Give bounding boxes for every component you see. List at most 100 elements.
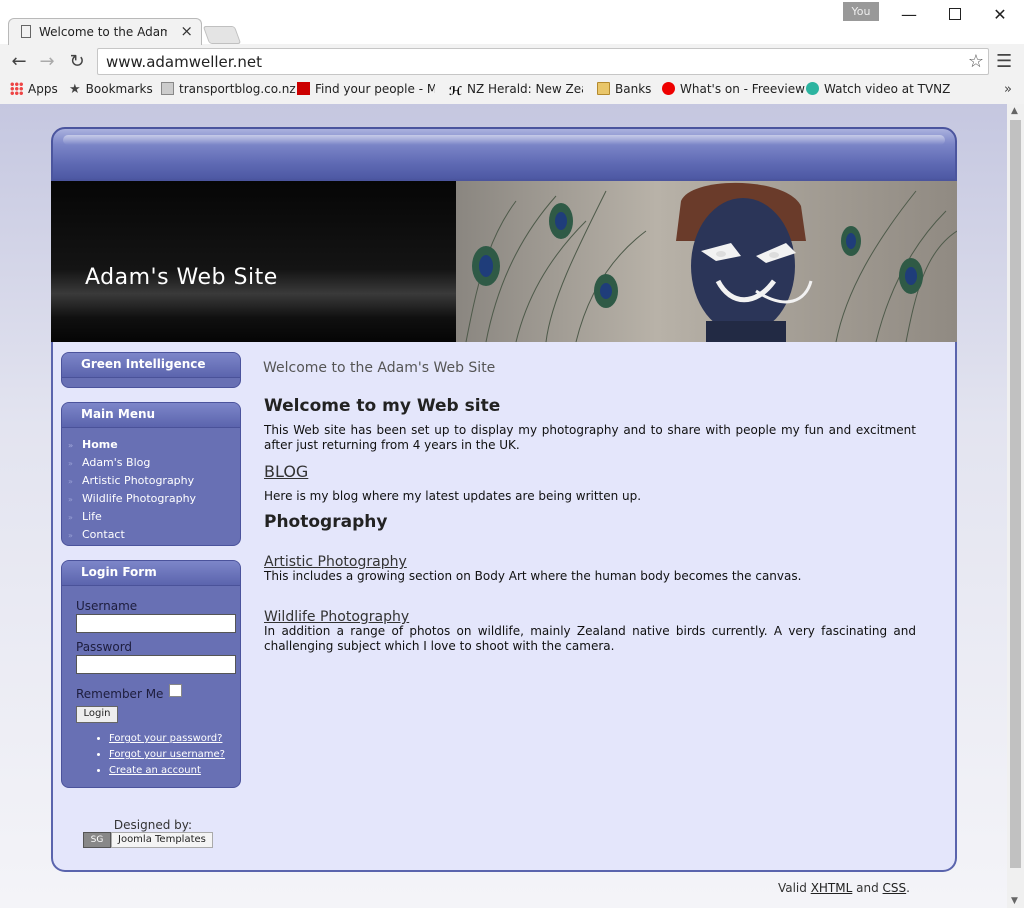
- footer-text: and: [856, 881, 879, 895]
- login-form: Username Password Remember Me Login Forg…: [62, 586, 240, 779]
- bookmark-label: Bookmarks: [85, 82, 153, 96]
- scrollbar-thumb[interactable]: [1010, 120, 1021, 868]
- login-form-module: Login Form Username Password Remember Me…: [61, 560, 241, 788]
- double-chevron-icon: »: [68, 441, 74, 450]
- banner-photo: [456, 181, 957, 342]
- close-window-button[interactable]: ✕: [985, 4, 1015, 26]
- bookmark-transportblog[interactable]: transportblog.co.nz: [161, 82, 296, 96]
- menu-item-blog[interactable]: » Adam's Blog: [68, 454, 240, 472]
- menu-item-life[interactable]: » Life: [68, 508, 240, 526]
- tab-title: Welcome to the Adam's W: [39, 25, 167, 39]
- designer-badge-text: Joomla Templates: [111, 832, 213, 848]
- address-bar[interactable]: www.adamweller.net ☆: [97, 48, 989, 75]
- login-links: Forgot your password? Forgot your userna…: [76, 731, 240, 779]
- login-button[interactable]: Login: [76, 706, 118, 723]
- site-title: Adam's Web Site: [85, 265, 278, 290]
- maximize-button[interactable]: [940, 4, 970, 26]
- bookmarks-bar: Apps ★ Bookmarks transportblog.co.nz Find…: [0, 80, 1024, 102]
- intro-paragraph: This Web site has been set up to display…: [264, 423, 916, 452]
- main-menu-module: Main Menu » Home » Adam's Blog » Artistic P…: [61, 402, 241, 546]
- photography-heading: Photography: [264, 512, 388, 532]
- more-bookmarks-chevron-icon[interactable]: »: [1004, 82, 1012, 97]
- double-chevron-icon: »: [68, 477, 73, 486]
- reload-icon[interactable]: ↻: [64, 49, 90, 75]
- menu-item-home[interactable]: » Home: [68, 436, 240, 454]
- forgot-username-link[interactable]: Forgot your username?: [109, 749, 225, 760]
- menu-item-label: Artistic Photography: [82, 474, 195, 487]
- freeview-favicon: [662, 82, 675, 95]
- body-art-photo: [465, 182, 957, 342]
- menu-item-contact[interactable]: » Contact: [68, 526, 240, 544]
- page-heading: Welcome to the Adam's Web Site: [263, 360, 496, 376]
- site-banner: Adam's Web Site: [51, 181, 957, 342]
- stuff-favicon: [297, 82, 310, 95]
- designer-badge[interactable]: SG Joomla Templates: [83, 832, 213, 848]
- wildlife-paragraph: In addition a range of photos on wildlif…: [264, 624, 916, 653]
- scroll-up-arrow-icon[interactable]: ▲: [1011, 106, 1018, 116]
- url-text: www.adamweller.net: [106, 53, 262, 71]
- footer-text: .: [906, 881, 910, 895]
- browser-menu-icon[interactable]: ☰: [996, 51, 1014, 73]
- password-label: Password: [76, 640, 133, 654]
- menu-item-artistic-photography[interactable]: » Artistic Photography: [68, 472, 240, 490]
- artistic-paragraph: This includes a growing section on Body …: [264, 569, 802, 583]
- site-top-bar: [51, 127, 957, 181]
- bookmark-star-icon[interactable]: ☆: [968, 51, 984, 72]
- xhtml-link[interactable]: XHTML: [811, 881, 853, 895]
- remember-me-label: Remember Me: [76, 687, 164, 701]
- forward-arrow-icon[interactable]: →: [34, 49, 60, 75]
- password-input[interactable]: [76, 655, 236, 674]
- banner-dark-panel: [51, 181, 456, 342]
- content-area: Green Intelligence Main Menu » Home » Adam…: [51, 342, 957, 872]
- login-link-item: Create an account: [109, 763, 240, 779]
- bookmark-freeview[interactable]: What's on - Freeview: [662, 82, 805, 96]
- footer-text: Valid: [777, 881, 807, 895]
- double-chevron-icon: »: [68, 495, 73, 504]
- folder-icon: [597, 82, 610, 95]
- designer-logo-icon: SG: [83, 832, 111, 848]
- wildlife-photography-link[interactable]: Wildlife Photography: [264, 609, 409, 625]
- page-viewport: Adam's Web Site Green Intelligence Main …: [0, 104, 1007, 908]
- page-icon: [21, 25, 31, 38]
- double-chevron-icon: »: [68, 531, 73, 540]
- main-menu-list: » Home » Adam's Blog » Artistic Photography…: [62, 436, 240, 544]
- create-account-link[interactable]: Create an account: [109, 765, 201, 776]
- article-heading: Welcome to my Web site: [264, 396, 501, 416]
- username-input[interactable]: [76, 614, 236, 633]
- artistic-photography-link[interactable]: Artistic Photography: [264, 554, 407, 570]
- remember-me-checkbox[interactable]: [169, 684, 183, 697]
- bookmark-label: Apps: [28, 82, 58, 96]
- menu-item-label: Wildlife Photography: [82, 492, 197, 505]
- user-profile-badge[interactable]: You: [843, 2, 879, 21]
- bookmark-stuff[interactable]: Find your people - Me: [297, 82, 435, 96]
- bookmark-banks[interactable]: Banks: [597, 82, 651, 96]
- bookmark-tvnz[interactable]: Watch video at TVNZ: [806, 82, 950, 96]
- bookmark-nzherald[interactable]: ℋ NZ Herald: New Zeala: [449, 82, 583, 97]
- bookmark-label: transportblog.co.nz: [179, 82, 296, 96]
- remember-me-row: Remember Me: [76, 684, 240, 701]
- close-tab-icon[interactable]: ×: [180, 22, 193, 40]
- validation-footer: Valid XHTML and CSS.: [778, 881, 910, 895]
- new-tab-button[interactable]: [202, 26, 242, 44]
- username-label: Username: [76, 599, 138, 613]
- menu-item-label: Home: [82, 438, 118, 451]
- scroll-down-arrow-icon[interactable]: ▼: [1011, 896, 1018, 906]
- double-chevron-icon: »: [68, 459, 73, 468]
- bookmark-apps[interactable]: Apps: [10, 82, 58, 96]
- minimize-button[interactable]: —: [894, 4, 924, 26]
- bookmark-label: Watch video at TVNZ: [824, 82, 951, 96]
- blog-link[interactable]: BLOG: [264, 462, 308, 481]
- menu-item-label: Contact: [82, 528, 125, 541]
- login-link-item: Forgot your username?: [109, 747, 240, 763]
- forgot-password-link[interactable]: Forgot your password?: [109, 733, 222, 744]
- menu-item-wildlife-photography[interactable]: » Wildlife Photography: [68, 490, 240, 508]
- menu-item-label: Life: [82, 510, 102, 523]
- vertical-scrollbar[interactable]: ▲ ▼: [1007, 104, 1024, 908]
- browser-tab[interactable]: Welcome to the Adam's W ×: [8, 18, 202, 45]
- double-chevron-icon: »: [68, 513, 73, 522]
- login-link-item: Forgot your password?: [109, 731, 240, 747]
- css-link[interactable]: CSS: [883, 881, 907, 895]
- back-arrow-icon[interactable]: ←: [6, 49, 32, 75]
- module-title: Green Intelligence: [62, 353, 240, 378]
- bookmark-bookmarks[interactable]: ★ Bookmarks: [69, 82, 153, 97]
